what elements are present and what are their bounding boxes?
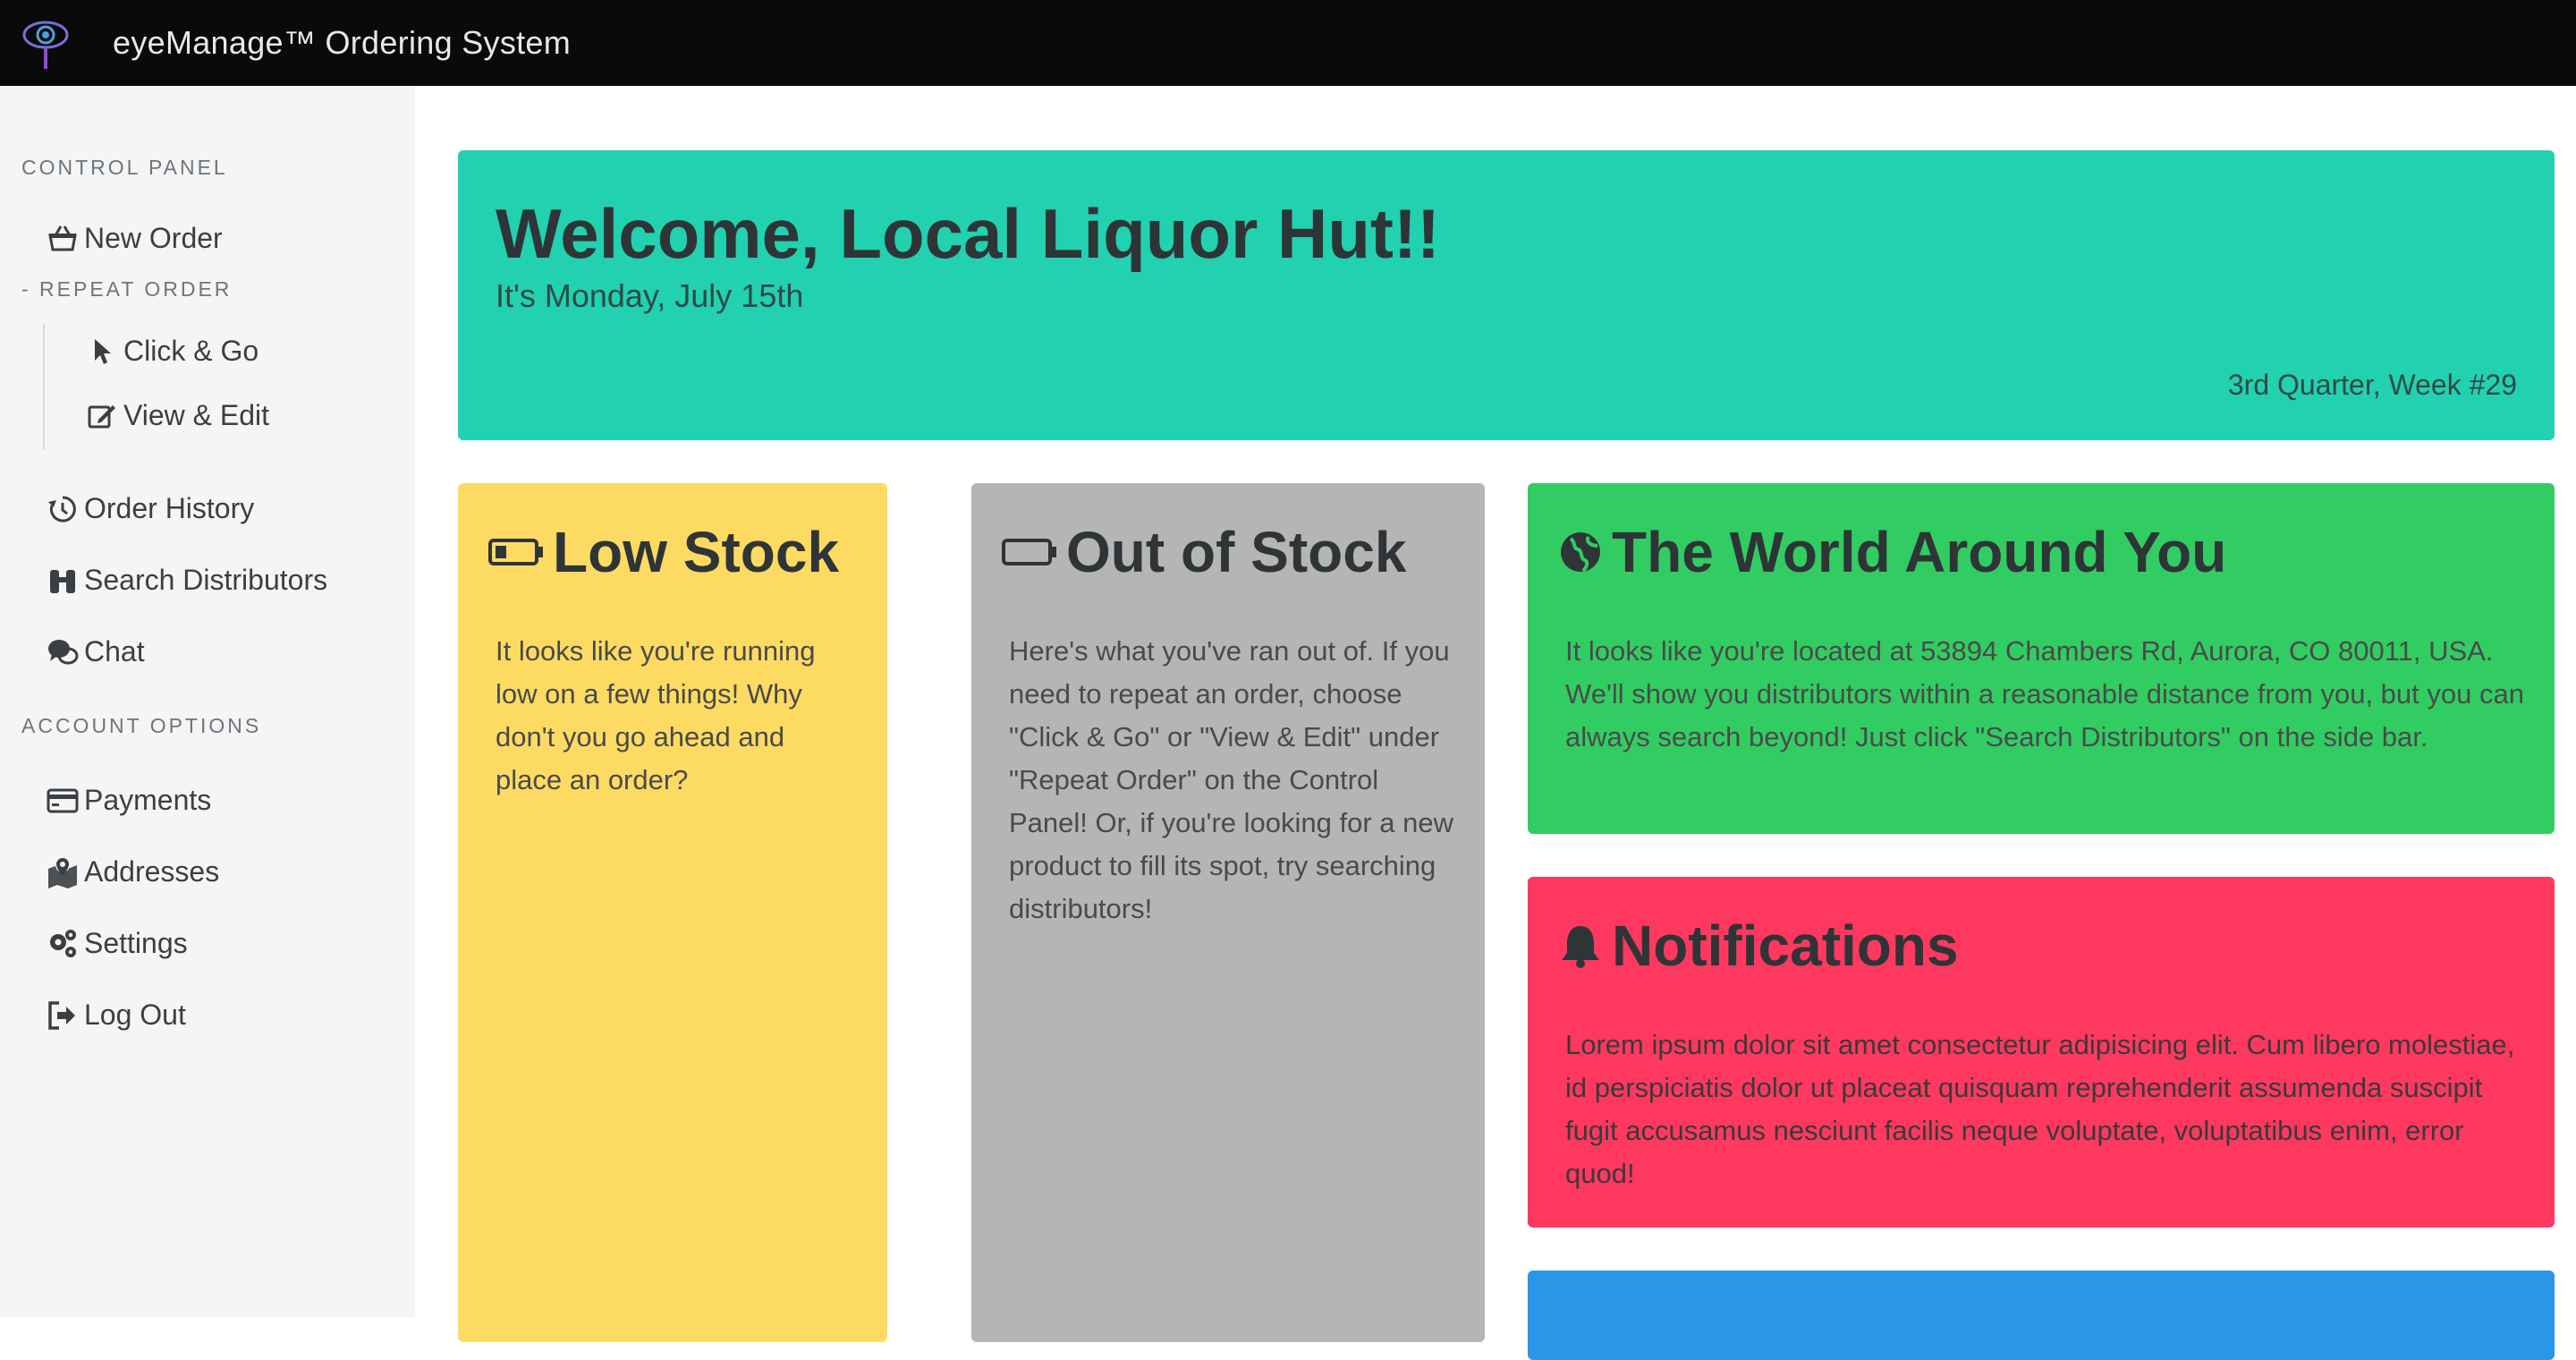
binoculars-icon xyxy=(50,569,75,593)
globe-icon xyxy=(1561,532,1600,573)
repeat-order-divider xyxy=(43,324,45,449)
notifications-text: Lorem ipsum dolor sit amet consectetur a… xyxy=(1565,1029,2515,1189)
out-of-stock-title: Out of Stock xyxy=(1066,520,1407,584)
sidebar-item-payments[interactable]: Payments xyxy=(47,784,211,817)
sidebar-item-view-edit[interactable]: View & Edit xyxy=(86,399,269,432)
sidebar-item-label: Order History xyxy=(84,492,255,524)
cursor-pointer-icon xyxy=(95,338,111,364)
out-of-stock-text: Here's what you've ran out of. If you ne… xyxy=(1009,635,1454,924)
sidebar-item-label: Search Distributors xyxy=(84,564,328,596)
out-of-stock-header: Out of Stock xyxy=(1002,519,1406,585)
low-stock-card[interactable]: Low Stock It looks like you're running l… xyxy=(458,483,887,1342)
eye-logo-icon[interactable] xyxy=(21,15,70,71)
welcome-date: It's Monday, July 15th xyxy=(496,277,804,314)
world-around-you-card[interactable]: The World Around You It looks like you'r… xyxy=(1528,483,2555,834)
sidebar-item-order-history[interactable]: Order History xyxy=(47,492,254,525)
account-options-heading: ACCOUNT OPTIONS xyxy=(21,714,262,737)
blue-card[interactable] xyxy=(1528,1271,2555,1360)
sidebar-item-chat[interactable]: Chat xyxy=(47,635,145,668)
welcome-banner: Welcome, Local Liquor Hut!! It's Monday,… xyxy=(458,150,2555,440)
map-marker-icon xyxy=(48,857,77,888)
chat-dollar-icon xyxy=(48,639,79,664)
app-title[interactable]: eyeManage™ Ordering System xyxy=(113,24,571,62)
history-icon xyxy=(48,495,76,522)
sidebar-item-search-distributors[interactable]: Search Distributors xyxy=(47,564,327,597)
repeat-order-heading: - REPEAT ORDER xyxy=(21,277,233,301)
gears-icon xyxy=(50,929,76,957)
notifications-title: Notifications xyxy=(1612,914,1959,978)
world-text: It looks like you're located at 53894 Ch… xyxy=(1565,635,2524,752)
sidebar: CONTROL PANEL New Order - REPEAT ORDER C… xyxy=(0,86,415,1317)
sidebar-item-settings[interactable]: Settings xyxy=(47,927,188,960)
quarter-week-label: 3rd Quarter, Week #29 xyxy=(2227,369,2517,401)
top-navbar: eyeManage™ Ordering System xyxy=(0,0,2576,86)
sidebar-item-addresses[interactable]: Addresses xyxy=(47,855,219,888)
low-stock-text: It looks like you're running low on a fe… xyxy=(496,635,816,795)
sidebar-item-label: Addresses xyxy=(84,855,220,888)
sidebar-item-label: Chat xyxy=(84,635,145,667)
control-panel-heading: CONTROL PANEL xyxy=(21,156,228,179)
credit-card-icon xyxy=(47,788,79,812)
battery-low-icon xyxy=(488,539,543,565)
low-stock-header: Low Stock xyxy=(488,519,839,585)
world-title: The World Around You xyxy=(1612,520,2227,584)
welcome-title: Welcome, Local Liquor Hut!! xyxy=(496,194,1440,273)
low-stock-title: Low Stock xyxy=(553,520,840,584)
sidebar-item-label: View & Edit xyxy=(123,399,270,431)
basket-icon xyxy=(48,225,77,251)
bell-icon xyxy=(1562,926,1599,968)
world-header: The World Around You xyxy=(1558,519,2226,585)
sidebar-item-label: New Order xyxy=(84,222,223,254)
sign-out-icon xyxy=(48,1000,75,1030)
sidebar-item-label: Settings xyxy=(84,927,188,959)
notifications-header: Notifications xyxy=(1558,913,1959,979)
out-of-stock-card[interactable]: Out of Stock Here's what you've ran out … xyxy=(971,483,1485,1342)
sidebar-item-label: Click & Go xyxy=(123,335,259,367)
sidebar-item-label: Payments xyxy=(84,784,212,816)
sidebar-item-new-order[interactable]: New Order xyxy=(47,222,223,255)
notifications-card[interactable]: Notifications Lorem ipsum dolor sit amet… xyxy=(1528,877,2555,1228)
sidebar-item-click-go[interactable]: Click & Go xyxy=(86,335,258,368)
battery-empty-icon xyxy=(1002,539,1056,565)
sidebar-item-label: Log Out xyxy=(84,999,186,1031)
edit-icon xyxy=(88,404,115,428)
sidebar-item-log-out[interactable]: Log Out xyxy=(47,999,186,1032)
